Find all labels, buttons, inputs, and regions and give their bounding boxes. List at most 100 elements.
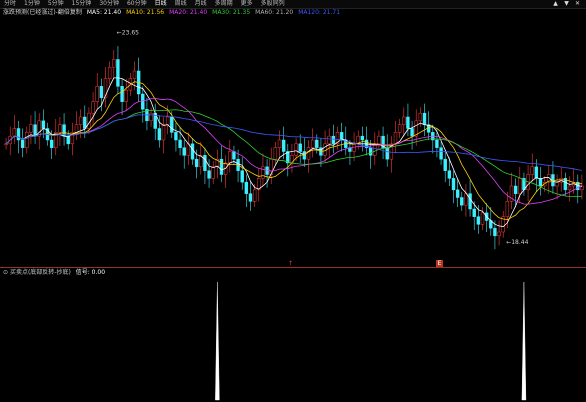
candle-body (112, 59, 116, 68)
candle-body (360, 135, 365, 141)
candle-body (95, 86, 99, 102)
period-tabs: 分时 1分钟 5分钟 15分钟 30分钟 60分钟 日线 周线 月线 多周期 更多 (0, 0, 257, 8)
signal-spike (215, 281, 220, 401)
candle-body (116, 59, 120, 87)
candles (4, 46, 584, 250)
sub-indicator-icon: ⊙ (3, 269, 10, 276)
candle-body (323, 143, 327, 156)
candle-body (29, 124, 33, 133)
candle-body (368, 147, 373, 156)
candle-body (99, 86, 104, 99)
ma5-line (5, 77, 583, 228)
candle-body (149, 112, 153, 122)
candle-body (178, 139, 182, 148)
candle-body (327, 135, 331, 145)
candle-body (418, 112, 423, 122)
candle-body (4, 143, 8, 146)
signal-marker-up: ↑ (288, 260, 294, 267)
candle-body (385, 147, 389, 160)
candle-body (567, 185, 572, 191)
chart-legend: 涨跌预测(已经涨过)-翻倍复制 MA5: 21.40 MA10: 21.56 MA2… (0, 8, 586, 17)
candle-body (505, 201, 510, 217)
candle-body (281, 139, 286, 152)
signal-spike (521, 281, 527, 401)
candle-body (451, 178, 456, 191)
tab-0[interactable]: 分时 (0, 0, 20, 8)
ma-legend-item: MA30: 21.35 (212, 9, 251, 16)
tab-2[interactable]: 5分钟 (44, 0, 68, 8)
candle-body (211, 166, 215, 179)
candle-body (33, 124, 37, 137)
candle-body (493, 227, 497, 237)
candle-body (190, 143, 195, 160)
window-controls: ▲ ▼ ✕ (551, 1, 586, 7)
panel-divider (0, 267, 586, 268)
candle-body (402, 116, 406, 125)
candle-body (132, 70, 137, 79)
candle-body (120, 86, 124, 102)
candle-body (447, 170, 452, 179)
tab-5[interactable]: 60分钟 (123, 0, 151, 8)
ma60-line (5, 114, 582, 171)
tab-7[interactable]: 周线 (171, 0, 191, 8)
candle-body (455, 189, 460, 198)
candle-body (464, 193, 468, 206)
low-price-label: ←18.44 (506, 239, 528, 246)
candle-body (331, 135, 336, 145)
ma-legend-item: MA20: 21.40 (169, 9, 208, 16)
ma-legend: MA5: 21.40 MA10: 21.56 MA20: 21.40 MA30: 21… (87, 8, 340, 17)
multi-stock-tab[interactable]: 多股同列 (257, 0, 289, 8)
candle-body (58, 124, 62, 133)
tab-10[interactable]: 更多 (237, 0, 257, 8)
minimize-icon[interactable]: ▲ (551, 1, 560, 7)
candle-body (207, 170, 211, 179)
candle-body (397, 124, 402, 133)
candle-body (460, 197, 464, 206)
restore-icon[interactable]: ▼ (562, 1, 571, 7)
candle-body (74, 124, 79, 133)
candle-body (476, 216, 481, 225)
candle-body (25, 132, 29, 148)
candle-body (240, 170, 244, 183)
ma30-line (5, 109, 582, 198)
signal-indicator-panel[interactable] (0, 278, 586, 402)
candle-body (194, 158, 199, 168)
moving-average-lines (5, 77, 583, 228)
candlestick-chart[interactable]: ←23.65 ←18.44 (0, 17, 586, 267)
tab-3[interactable]: 15分钟 (68, 0, 96, 8)
ma-legend-item: MA5: 21.40 (86, 9, 122, 16)
candle-body (468, 193, 472, 210)
candle-body (91, 101, 95, 114)
ma-legend-item: MA10: 21.56 (126, 9, 165, 16)
candle-body (555, 181, 559, 187)
candle-body (252, 189, 257, 202)
sub-indicator-value: 信号: 0.00 (75, 269, 106, 276)
sub-legend: ⊙ 买卖点(底部反转-抄底) 信号: 0.00 (3, 269, 105, 277)
candle-body (157, 128, 162, 141)
candle-body (497, 231, 501, 237)
candle-body (37, 120, 41, 137)
candle-body (439, 147, 443, 160)
candle-body (49, 139, 54, 148)
tab-1[interactable]: 1分钟 (20, 0, 44, 8)
tab-9[interactable]: 多周期 (211, 0, 237, 8)
candle-body (306, 147, 311, 160)
candle-body (182, 147, 186, 156)
candle-body (228, 151, 232, 164)
candle-body (530, 166, 534, 175)
candle-body (277, 139, 282, 148)
tab-4[interactable]: 30分钟 (95, 0, 123, 8)
sub-indicator-title: 买卖点(底部反转-抄底) (9, 269, 71, 276)
close-icon[interactable]: ✕ (573, 1, 582, 7)
tab-8[interactable]: 月线 (191, 0, 211, 8)
candle-body (377, 135, 381, 145)
candle-body (87, 112, 91, 129)
indicator-title: 涨跌预测(已经涨过)-翻倍复制 (3, 9, 82, 16)
candle-body (443, 158, 447, 171)
candle-body (534, 166, 539, 179)
candle-body (12, 128, 17, 137)
candle-body (83, 116, 87, 129)
candle-body (273, 147, 278, 160)
candle-body (435, 139, 439, 148)
tab-6[interactable]: 日线 (151, 0, 171, 8)
